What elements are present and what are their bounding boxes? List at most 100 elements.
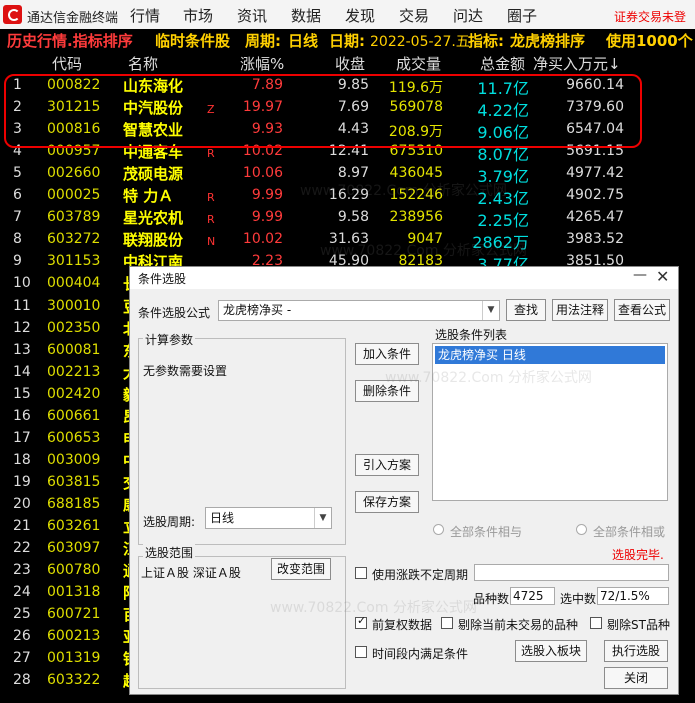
formula-select[interactable]: 龙虎榜净买 - ▼: [218, 300, 500, 321]
col-amt[interactable]: 总金额: [480, 53, 525, 74]
row-index: 17: [13, 429, 31, 446]
add-condition-button[interactable]: 加入条件: [355, 343, 419, 365]
range-value: 上证Ａ股 深证Ａ股: [141, 566, 241, 580]
no-params-text: 无参数需要设置: [143, 364, 228, 378]
stock-code: 600081: [47, 341, 101, 358]
delete-condition-button[interactable]: 删除条件: [355, 380, 419, 402]
unfixed-period-label: 使用涨跌不定周期: [372, 568, 469, 582]
chevron-down-icon[interactable]: ▼: [482, 301, 499, 320]
menu-ask[interactable]: 问达: [453, 5, 483, 26]
minimize-icon[interactable]: —: [633, 267, 647, 283]
period-select[interactable]: 日线 ▼: [205, 507, 332, 529]
condition-list[interactable]: 龙虎榜净买 日线: [432, 343, 668, 501]
stock-code: 603789: [47, 209, 101, 226]
close-price: 16.29: [328, 187, 369, 204]
list-item[interactable]: 龙虎榜净买 日线: [435, 346, 665, 364]
menu-quotes[interactable]: 行情: [130, 5, 160, 26]
status-mode: 历史行情.指标排序: [7, 32, 133, 50]
stock-flag: R: [207, 147, 215, 161]
change-pct: 9.99: [251, 209, 283, 226]
chevron-down-icon[interactable]: ▼: [314, 508, 331, 528]
unfixed-period-field[interactable]: [474, 564, 669, 581]
selected-label: 选中数: [560, 592, 597, 606]
amount: 2862万: [472, 233, 529, 253]
stock-code: 002350: [47, 319, 101, 336]
stock-code: 600661: [47, 407, 101, 424]
all-or-label: 全部条件相或: [593, 525, 666, 539]
row-index: 28: [13, 672, 31, 689]
menu-news[interactable]: 资讯: [237, 5, 267, 26]
import-plan-button[interactable]: 引入方案: [355, 454, 419, 476]
stock-code: 603322: [47, 672, 101, 689]
change-pct: 10.02: [242, 231, 283, 248]
stock-name: 星光农机: [123, 209, 184, 228]
all-and-radio[interactable]: [433, 524, 444, 535]
formula-label: 条件选股公式: [138, 306, 211, 320]
table-row[interactable]: 8 603272 联翔股份 N 10.02 31.63 9047 2862万 3983.52: [0, 229, 695, 253]
stock-code: 600780: [47, 562, 101, 579]
row-index: 16: [13, 407, 31, 424]
row-index: 26: [13, 628, 31, 645]
col-code[interactable]: 代码: [52, 53, 82, 74]
stock-code: 603261: [47, 518, 101, 534]
exclude-untraded-checkbox[interactable]: [441, 617, 453, 629]
net-buy: 4977.42: [566, 165, 624, 182]
dialog-titlebar[interactable]: 条件选股 — ✕: [130, 267, 678, 289]
find-button[interactable]: 查找: [506, 299, 546, 321]
menu-data[interactable]: 数据: [291, 5, 321, 26]
row-index: 19: [13, 473, 31, 490]
stock-name: 联翔股份: [123, 231, 184, 250]
time-range-checkbox[interactable]: [355, 646, 367, 658]
login-notice[interactable]: 证券交易未登: [614, 8, 686, 25]
col-vol[interactable]: 成交量: [396, 53, 441, 74]
formula-value: 龙虎榜净买 -: [223, 303, 292, 317]
row-index: 13: [13, 341, 31, 358]
row-index: 15: [13, 385, 31, 402]
stock-code: 002213: [47, 363, 101, 380]
period-label: 选股周期:: [143, 515, 196, 529]
menu-trade[interactable]: 交易: [399, 5, 429, 26]
unfixed-period-checkbox[interactable]: [355, 567, 367, 579]
change-pct: 9.99: [251, 187, 283, 204]
row-index: 8: [13, 231, 22, 248]
view-formula-button[interactable]: 查看公式: [614, 299, 670, 321]
table-row[interactable]: 5 002660 茂硕电源 10.06 8.97 436045 3.79亿 4977.42: [0, 163, 695, 186]
pre-adjust-checkbox[interactable]: ✓: [355, 614, 367, 629]
close-button[interactable]: 关闭: [604, 667, 668, 689]
all-or-radio[interactable]: [576, 524, 587, 535]
menu-market[interactable]: 市场: [183, 5, 213, 26]
execute-button[interactable]: 执行选股: [604, 640, 668, 662]
col-net[interactable]: 净买入万元↓: [533, 53, 621, 74]
close-price: 8.97: [337, 165, 369, 182]
table-row[interactable]: 7 603789 星光农机 R 9.99 9.58 238956 2.25亿 4265.47: [0, 207, 695, 230]
period-value: 日线: [210, 511, 235, 525]
stock-code: 000404: [47, 275, 101, 292]
change-pct: 10.06: [242, 165, 283, 182]
range-label: 选股范围: [143, 544, 196, 561]
pre-adjust-label: 前复权数据: [372, 618, 433, 632]
close-icon[interactable]: ✕: [656, 267, 669, 286]
menu-circle[interactable]: 圈子: [507, 5, 537, 26]
col-pct[interactable]: 涨幅%: [240, 53, 284, 74]
status-date: 2022-05-27.五: [370, 34, 470, 50]
change-range-button[interactable]: 改变范围: [271, 558, 331, 580]
col-close[interactable]: 收盘: [335, 53, 365, 74]
all-and-label: 全部条件相与: [450, 525, 523, 539]
exclude-st-checkbox[interactable]: [590, 617, 602, 629]
stock-code: 603272: [47, 231, 101, 248]
row-index: 9: [13, 253, 22, 270]
table-row[interactable]: 6 000025 特 力Ａ R 9.99 16.29 152246 2.43亿 4902.75: [0, 185, 695, 208]
row-index: 12: [13, 319, 31, 336]
menu-discover[interactable]: 发现: [345, 5, 375, 26]
volume: 152246: [389, 187, 443, 204]
time-range-label: 时间段内满足条件: [372, 647, 469, 661]
col-name[interactable]: 名称: [128, 53, 158, 74]
app-logo-icon: [3, 5, 22, 24]
save-plan-button[interactable]: 保存方案: [355, 491, 419, 513]
to-block-button[interactable]: 选股入板块: [515, 640, 587, 662]
stock-code: 003009: [47, 451, 101, 468]
highlight-box: [4, 74, 642, 148]
usage-button[interactable]: 用法注释: [552, 299, 608, 321]
stock-name: 茂硕电源: [123, 165, 184, 184]
check-icon: ✓: [357, 614, 367, 627]
